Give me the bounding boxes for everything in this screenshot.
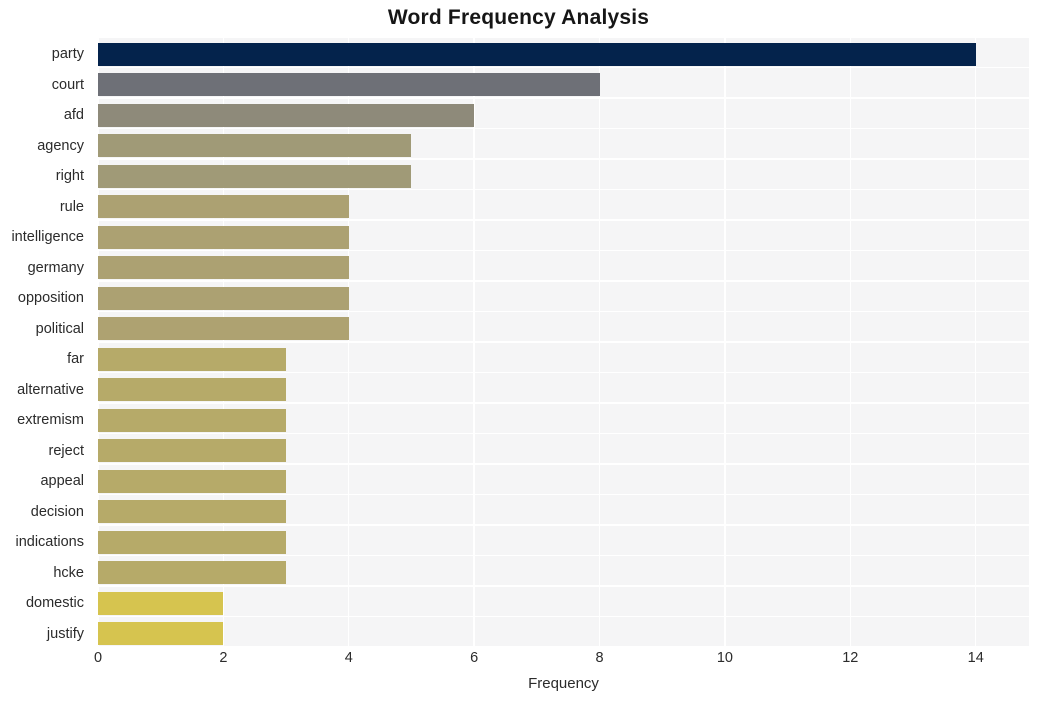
horizontal-gridline [98,615,1029,618]
chart-title: Word Frequency Analysis [387,6,650,29]
y-axis-tick-label: germany [27,259,84,276]
x-axis-tick-label: 2 [219,650,228,666]
bar [98,469,287,493]
y-axis-tick-label: far [67,351,84,368]
bar [98,530,287,554]
y-axis-tick-label: afd [63,107,84,124]
bar [98,42,976,66]
horizontal-gridline [98,127,1029,130]
bar [98,164,412,188]
bar [98,225,349,249]
bar [98,439,287,463]
plot-area [98,37,1029,647]
y-axis-tick-label: party [51,46,84,63]
bar [98,378,287,402]
bar [98,408,287,432]
horizontal-gridline [98,493,1029,496]
chart-figure: Word Frequency Analysis party court afd age… [0,0,1037,701]
y-axis-tick-label: rule [59,198,84,215]
horizontal-gridline [98,554,1029,557]
x-axis-label: Frequency [528,675,599,692]
horizontal-gridline [98,37,1029,38]
y-axis-tick-label: decision [30,503,84,520]
horizontal-gridline [98,158,1029,160]
y-axis-tick-label: right [55,168,84,185]
horizontal-gridline [98,371,1029,374]
bar [98,500,287,524]
y-axis-tick-label: political [35,320,84,337]
x-axis-tick-label: 10 [716,650,733,666]
x-axis-tick-label: 8 [595,650,604,666]
y-axis-tick-label: agency [37,137,84,154]
bar [98,256,349,280]
bar [98,591,224,615]
bar [98,286,349,310]
x-axis-tick-label: 12 [842,650,859,666]
y-axis-tick-label: domestic [25,595,84,612]
y-axis-tick-label: court [51,76,84,93]
x-axis-tick-label: 14 [967,650,984,666]
bar [98,103,475,127]
bar [98,561,287,585]
horizontal-gridline [98,341,1029,343]
horizontal-gridline [98,97,1029,99]
y-axis-tick-label: justify [46,625,84,642]
x-axis-tick-label: 0 [93,650,103,666]
bar [98,347,287,371]
horizontal-gridline [98,524,1029,526]
horizontal-gridline [98,402,1029,404]
horizontal-gridline [98,646,1029,647]
bar [98,134,412,158]
bar [98,73,600,97]
bar [98,622,224,646]
y-axis-tick-label: extremism [17,412,84,429]
horizontal-gridline [98,66,1029,69]
x-axis-tick-labels: 0 2 4 6 8 10 12 14 [94,650,1029,674]
horizontal-gridline [98,432,1029,435]
x-axis-tick-label: 6 [470,650,479,666]
horizontal-gridline [98,463,1029,465]
y-axis-tick-label: opposition [17,290,84,307]
horizontal-gridline [98,280,1029,282]
x-axis-tick-label: 4 [344,650,353,666]
bar [98,195,349,219]
y-axis-tick-label: alternative [17,381,84,398]
bar [98,317,349,341]
horizontal-gridline [98,219,1029,221]
horizontal-gridline [98,310,1029,313]
y-axis-tick-label: reject [48,442,84,459]
horizontal-gridline [98,249,1029,252]
y-axis-tick-label: hcke [53,564,84,581]
horizontal-gridline [98,585,1029,587]
y-axis-tick-label: intelligence [11,229,84,246]
y-axis-tick-labels: party court afd agency right rule intelligence… [0,37,92,647]
y-axis-tick-label: appeal [40,473,84,490]
y-axis-tick-label: indications [15,534,84,551]
horizontal-gridline [98,188,1029,191]
